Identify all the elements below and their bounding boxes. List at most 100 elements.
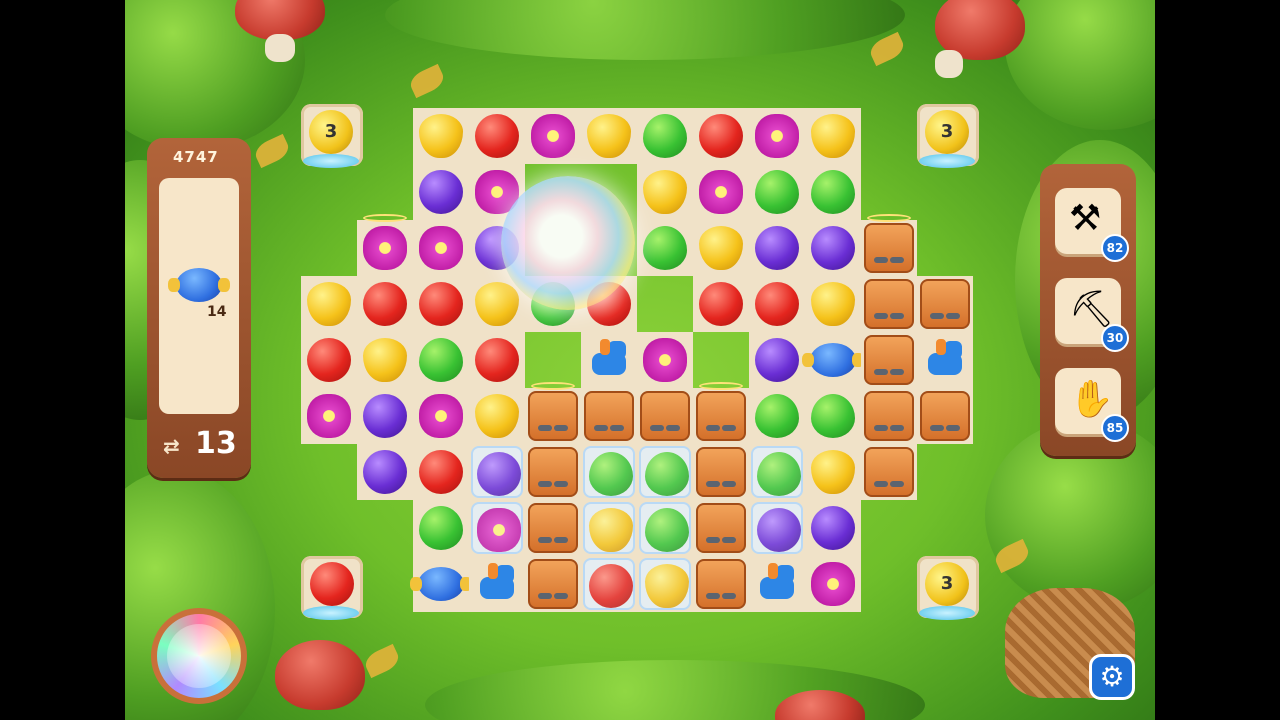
rake-button[interactable]: ⛏ 30 (1055, 278, 1129, 352)
grape-tile[interactable] (811, 506, 855, 550)
leaf-tile[interactable] (589, 452, 633, 496)
ice-blocker (751, 446, 803, 498)
pinata-horse-tile[interactable] (474, 561, 520, 607)
leaf-tile[interactable] (645, 508, 689, 552)
cannon-counter: 3 (309, 110, 353, 154)
moves-left: 13 (195, 426, 237, 461)
leaf-tile[interactable] (643, 226, 687, 270)
cannon-pad (919, 606, 975, 620)
blue-egg-tile[interactable] (410, 567, 472, 601)
egg-cannon-top-left: 3 (301, 104, 363, 168)
swap-icon: ⇄ (163, 434, 180, 458)
score-value: 4747 (173, 148, 219, 166)
apple-tile[interactable] (363, 282, 407, 326)
ice-blocker (583, 502, 635, 554)
apple-cannon-bottom-left (301, 556, 363, 620)
grape-tile[interactable] (757, 508, 801, 552)
leaf-tile[interactable] (419, 506, 463, 550)
crate-blocker (696, 503, 746, 553)
flower-tile[interactable] (307, 394, 351, 438)
blue-egg-icon (168, 268, 230, 302)
grape-tile[interactable] (811, 226, 855, 270)
crate-blocker (528, 391, 578, 441)
flower-tile[interactable] (643, 338, 687, 382)
crate-blocker (920, 391, 970, 441)
blue-egg-tile[interactable] (802, 343, 864, 377)
leaf-tile[interactable] (645, 452, 689, 496)
flower-tile[interactable] (811, 562, 855, 606)
portal-halo (363, 214, 407, 222)
rake-count: 30 (1101, 324, 1129, 352)
leaf-tile[interactable] (811, 394, 855, 438)
goal-count: 14 (207, 304, 227, 320)
flower-tile[interactable] (755, 114, 799, 158)
crate-blocker (640, 391, 690, 441)
ice-blocker (583, 446, 635, 498)
apple-tile[interactable] (419, 282, 463, 326)
flower-tile[interactable] (477, 508, 521, 552)
leaf-tile[interactable] (811, 170, 855, 214)
pinata-horse-tile[interactable] (586, 337, 632, 383)
grape-tile[interactable] (755, 226, 799, 270)
crate-blocker (528, 447, 578, 497)
leaf-tile[interactable] (757, 452, 801, 496)
flower-tile[interactable] (531, 114, 575, 158)
goal-panel: 4747 14 ⇄ 13 (147, 138, 251, 478)
cannon-pad (303, 154, 359, 168)
portal-halo (699, 382, 743, 390)
crate-blocker (864, 391, 914, 441)
apple-tile[interactable] (699, 114, 743, 158)
cannon-pad (919, 154, 975, 168)
pear-tile[interactable] (645, 564, 689, 608)
apple-tile[interactable] (699, 282, 743, 326)
glove-count: 85 (1101, 414, 1129, 442)
shovel-icon: ⚒ (1069, 198, 1102, 239)
grape-tile[interactable] (363, 394, 407, 438)
settings-button[interactable]: ⚙ (1089, 654, 1135, 700)
rake-icon: ⛏ (1069, 289, 1115, 330)
apple-tile[interactable] (755, 282, 799, 326)
crate-blocker (920, 279, 970, 329)
egg-cannon-top-right: 3 (917, 104, 979, 168)
apple-tile[interactable] (475, 114, 519, 158)
leaf-tile[interactable] (643, 114, 687, 158)
pinata-horse-tile[interactable] (754, 561, 800, 607)
crate-blocker (864, 447, 914, 497)
goal-box: 14 (159, 178, 239, 414)
crate-blocker (864, 335, 914, 385)
color-bomb-effect (501, 176, 635, 310)
ice-blocker (751, 502, 803, 554)
apple-tile[interactable] (419, 450, 463, 494)
flower-tile[interactable] (419, 394, 463, 438)
cannon-pad (303, 606, 359, 620)
crate-blocker (528, 559, 578, 609)
shovel-button[interactable]: ⚒ 82 (1055, 188, 1129, 262)
pinata-horse-tile[interactable] (922, 337, 968, 383)
apple-tile[interactable] (589, 564, 633, 608)
flower-tile[interactable] (363, 226, 407, 270)
crate-blocker (696, 559, 746, 609)
flower-tile[interactable] (419, 226, 463, 270)
leaf-tile[interactable] (419, 338, 463, 382)
tools-panel: ⚒ 82 ⛏ 30 ✋ 85 (1040, 164, 1136, 456)
ice-blocker (583, 558, 635, 610)
shovel-count: 82 (1101, 234, 1129, 262)
crate-blocker (864, 223, 914, 273)
grape-tile[interactable] (477, 452, 521, 496)
rainbow-booster-button[interactable] (151, 608, 247, 704)
ice-blocker (471, 502, 523, 554)
flower-tile[interactable] (699, 170, 743, 214)
ice-blocker (639, 558, 691, 610)
apple-icon (310, 562, 354, 606)
grape-tile[interactable] (755, 338, 799, 382)
apple-tile[interactable] (475, 338, 519, 382)
leaf-tile[interactable] (755, 170, 799, 214)
glove-button[interactable]: ✋ 85 (1055, 368, 1129, 442)
apple-tile[interactable] (307, 338, 351, 382)
gear-icon: ⚙ (1099, 660, 1125, 693)
grape-tile[interactable] (419, 170, 463, 214)
grape-tile[interactable] (363, 450, 407, 494)
ice-blocker (639, 446, 691, 498)
pear-tile[interactable] (589, 508, 633, 552)
leaf-tile[interactable] (755, 394, 799, 438)
